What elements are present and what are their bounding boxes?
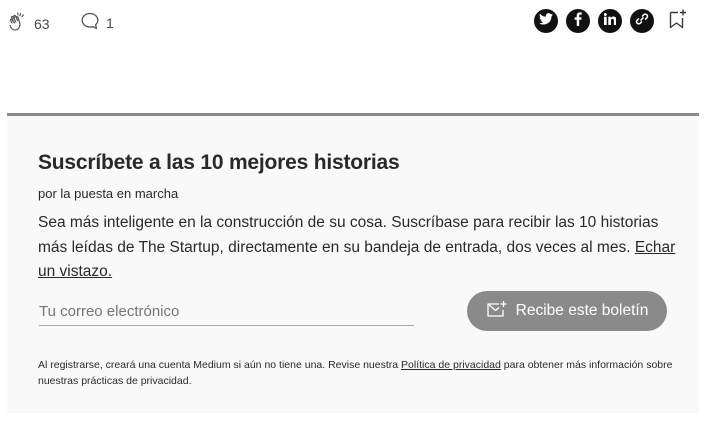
post-actions-bar: 63 1 — [0, 0, 706, 46]
twitter-share-button[interactable] — [534, 9, 558, 33]
link-icon — [635, 12, 649, 31]
clap-count: 63 — [34, 15, 50, 32]
responses-button[interactable]: 1 — [80, 11, 114, 34]
clap-icon — [8, 11, 28, 36]
copy-link-button[interactable] — [630, 9, 654, 33]
newsletter-signup-panel: Suscríbete a las 10 mejores historias po… — [7, 113, 699, 413]
bookmark-button[interactable] — [666, 9, 690, 33]
legal-notice: Al registrarse, creará una cuenta Medium… — [38, 357, 678, 389]
newsletter-byline: por la puesta en marcha — [38, 186, 179, 201]
comment-icon — [80, 11, 100, 34]
linkedin-share-button[interactable] — [598, 9, 622, 33]
subscribe-button[interactable]: Recibe este boletín — [467, 291, 667, 331]
clap-button[interactable]: 63 — [8, 11, 50, 36]
twitter-icon — [539, 12, 553, 30]
email-field[interactable] — [39, 299, 414, 323]
share-actions — [534, 9, 690, 33]
facebook-icon — [574, 11, 582, 31]
response-count: 1 — [106, 14, 114, 31]
bookmark-add-icon — [668, 8, 688, 35]
facebook-share-button[interactable] — [566, 9, 590, 33]
legal-prefix: Al registrarse, creará una cuenta Medium… — [38, 359, 399, 371]
newsletter-title: Suscríbete a las 10 mejores historias — [38, 151, 400, 174]
subscribe-label: Recibe este boletín — [515, 302, 649, 319]
newsletter-description: Sea más inteligente en la construcción d… — [38, 211, 678, 285]
privacy-policy-link[interactable]: Política de privacidad — [401, 359, 501, 371]
linkedin-icon — [603, 12, 617, 30]
newsletter-description-text: Sea más inteligente en la construcción d… — [38, 214, 659, 256]
email-field-wrapper — [39, 299, 414, 326]
mail-add-icon — [486, 300, 508, 323]
